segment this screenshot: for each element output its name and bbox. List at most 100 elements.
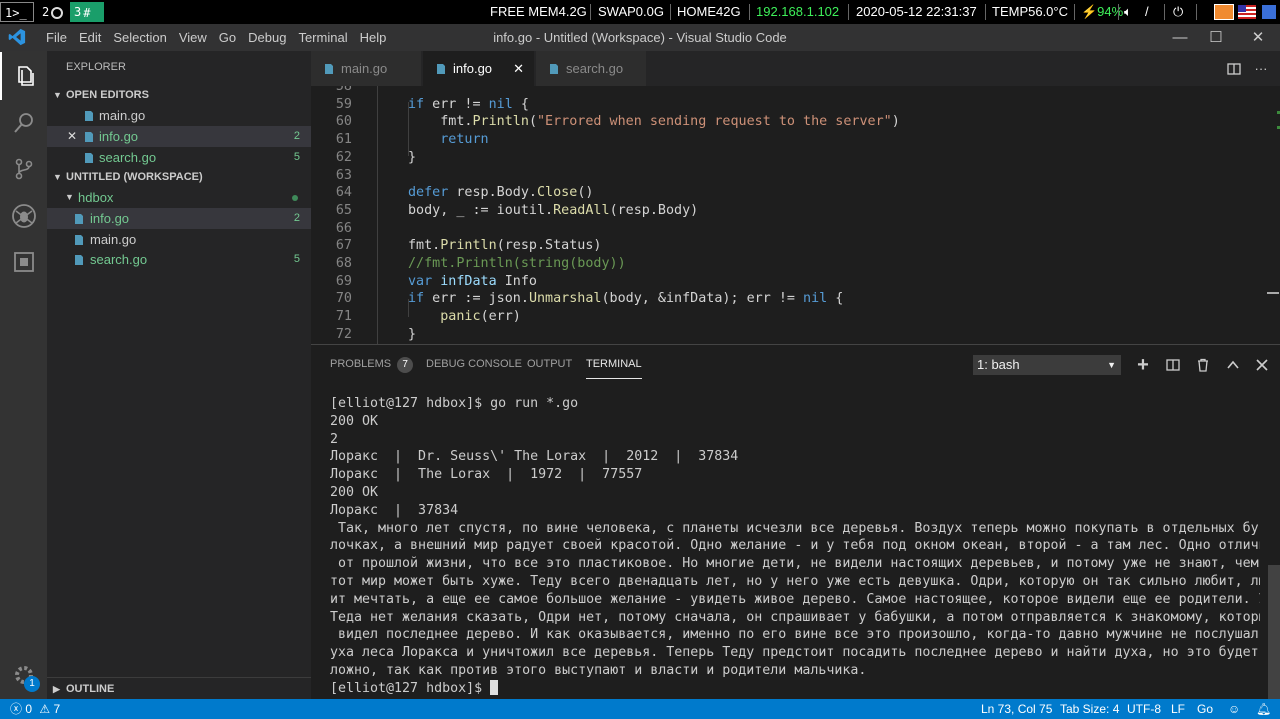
terminal-select-dropdown[interactable]: 1: bash ▼ <box>973 355 1121 375</box>
code-text: fmt.Println(resp.Status) <box>408 238 602 254</box>
line-number: 58 <box>335 86 352 94</box>
search-activity-button[interactable] <box>0 99 47 147</box>
file-item-info[interactable]: info.go 2 <box>47 208 311 229</box>
slack-icon: # <box>83 5 91 20</box>
menu-item-view[interactable]: View <box>173 24 213 51</box>
go-file-icon <box>550 64 558 74</box>
divider <box>590 4 591 20</box>
status-bar: ⓧ 0 ⚠ 7 Ln 73, Col 75 Tab Size: 4 UTF-8 … <box>0 699 1280 719</box>
us-flag-icon[interactable] <box>1238 5 1256 19</box>
menu-item-debug[interactable]: Debug <box>242 24 292 51</box>
eol-status[interactable]: LF <box>1171 699 1185 719</box>
debug-activity-button[interactable] <box>0 192 47 240</box>
workspace-1-button[interactable]: 1>_ <box>0 2 34 22</box>
new-terminal-button[interactable]: + <box>1133 354 1153 376</box>
line-number: 61 <box>335 132 352 148</box>
maximize-panel-button[interactable] <box>1223 355 1243 375</box>
language-status[interactable]: Go <box>1197 699 1213 719</box>
menu-item-edit[interactable]: Edit <box>73 24 107 51</box>
line-number: 68 <box>335 256 352 271</box>
split-editor-icon <box>1227 62 1241 75</box>
line-number: 59 <box>335 96 352 112</box>
line-number: 65 <box>335 202 352 218</box>
volume-icon[interactable]: 🔈︎ <box>1124 0 1132 24</box>
go-file-icon <box>75 214 83 224</box>
split-terminal-button[interactable] <box>1163 355 1183 375</box>
go-file-icon <box>437 64 445 74</box>
terminal-output[interactable]: [elliot@127 hdbox]$ go run *.go 200 OK 2 Ло… <box>330 395 1260 698</box>
folder-name: hdbox <box>78 190 114 205</box>
menu-item-terminal[interactable]: Terminal <box>292 24 353 51</box>
sidebar-title: EXPLORER <box>66 61 126 73</box>
menu-bar: File Edit Selection View Go Debug Terminal Help <box>40 24 392 51</box>
code-editor[interactable]: 58 59 if err != nil {60 fmt.Println("Error… <box>311 86 1280 344</box>
terminal-line: 200 OK <box>330 413 379 429</box>
menu-item-help[interactable]: Help <box>354 24 393 51</box>
open-editor-item-main[interactable]: main.go <box>47 105 311 126</box>
open-editor-name: search.go <box>99 150 157 165</box>
notes-icon[interactable] <box>1214 4 1234 20</box>
go-file-icon <box>75 255 83 265</box>
terminal-lines: [elliot@127 hdbox]$ go run *.go 200 OK 2 Ло… <box>330 395 1260 680</box>
temp-status: TEMP56.0°C <box>992 4 1069 19</box>
workspace-label: UNTITLED (WORKSPACE) <box>66 171 203 183</box>
open-editor-item-info[interactable]: ✕ info.go 2 <box>47 126 311 147</box>
bottom-panel: PROBLEMS 7 DEBUG CONSOLE OUTPUT TERMINAL … <box>311 344 1280 700</box>
source-control-activity-button[interactable] <box>0 145 47 193</box>
divider <box>670 4 671 20</box>
tab-output[interactable]: OUTPUT <box>527 356 572 372</box>
close-editor-icon[interactable]: ✕ <box>67 126 77 147</box>
battery-status: ⚡94% <box>1081 4 1124 19</box>
open-editor-name: main.go <box>99 108 146 123</box>
free-mem-status: FREE MEM4.2G <box>490 4 587 19</box>
go-file-icon <box>325 64 333 74</box>
open-editors-section-header[interactable]: ▼ OPEN EDITORS <box>47 84 311 106</box>
file-item-main[interactable]: main.go <box>47 229 311 250</box>
keyboard-layout-icon[interactable] <box>1262 5 1276 19</box>
tab-main-go[interactable]: main.go <box>311 51 422 86</box>
workspace-section-header[interactable]: ▼ UNTITLED (WORKSPACE) <box>47 166 311 188</box>
split-terminal-icon <box>1166 359 1180 371</box>
file-item-search[interactable]: search.go 5 <box>47 249 311 270</box>
line-number: 70 <box>335 291 352 307</box>
settings-update-badge: 1 <box>24 676 40 692</box>
tab-problems[interactable]: PROBLEMS 7 <box>330 356 414 373</box>
folder-item-hdbox[interactable]: ▼ hdbox <box>47 187 311 208</box>
problems-status-button[interactable]: ⓧ 0 ⚠ 7 <box>10 699 60 719</box>
manage-activity-button[interactable] <box>0 651 47 699</box>
open-editor-item-search[interactable]: search.go 5 <box>47 147 311 168</box>
split-editor-button[interactable] <box>1220 51 1248 86</box>
terminal-scrollbar[interactable] <box>1268 565 1280 700</box>
close-panel-button[interactable] <box>1252 355 1272 375</box>
tab-terminal[interactable]: TERMINAL <box>586 356 642 379</box>
outline-section-header[interactable]: ▶ OUTLINE <box>47 677 311 699</box>
extensions-activity-button[interactable] <box>0 238 47 286</box>
tab-search-go[interactable]: search.go <box>536 51 647 86</box>
tab-info-go[interactable]: info.go ✕ <box>423 51 535 86</box>
power-icon[interactable]: ⏻ <box>1173 0 1183 24</box>
workspace-2-button[interactable]: 2 <box>38 2 68 22</box>
explorer-activity-button[interactable] <box>0 52 47 100</box>
close-tab-icon[interactable]: ✕ <box>513 51 524 86</box>
menu-item-file[interactable]: File <box>40 24 73 51</box>
tab-debug-console[interactable]: DEBUG CONSOLE <box>426 356 522 372</box>
terminal-prompt-line: [elliot@127 hdbox]$ <box>330 679 1260 698</box>
close-window-button[interactable]: ✕ <box>1238 24 1278 51</box>
menu-item-selection[interactable]: Selection <box>107 24 172 51</box>
browser-icon <box>51 6 64 19</box>
feedback-smiley-icon[interactable]: ☺ <box>1228 699 1240 719</box>
minimize-button[interactable]: — <box>1160 24 1200 51</box>
code-line: 58 <box>311 86 1271 96</box>
menu-item-go[interactable]: Go <box>213 24 242 51</box>
chevron-right-icon: ▶ <box>53 684 60 694</box>
terminal-line: [elliot@127 hdbox]$ go run *.go <box>330 396 579 411</box>
encoding-status[interactable]: UTF-8 <box>1127 699 1161 719</box>
tab-size-status[interactable]: Tab Size: 4 <box>1060 699 1119 719</box>
notifications-bell-icon[interactable]: 🔔︎ <box>1256 699 1271 719</box>
code-line: 64 defer resp.Body.Close() <box>311 184 1271 202</box>
kill-terminal-button[interactable] <box>1193 355 1213 375</box>
cursor-position-status[interactable]: Ln 73, Col 75 <box>981 699 1052 719</box>
more-actions-button[interactable]: ··· <box>1247 51 1275 86</box>
maximize-button[interactable]: ☐ <box>1196 24 1236 51</box>
workspace-3-button[interactable]: 3 # <box>70 2 104 22</box>
